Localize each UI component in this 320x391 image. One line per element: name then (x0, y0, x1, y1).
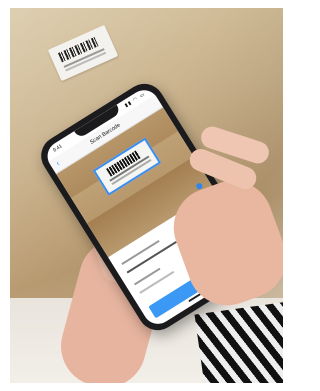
photo: 9:41 ▮▮ ◠ ▭ ‹ Scan Barcode (10, 8, 283, 383)
striped-sleeve (194, 302, 283, 383)
result-line (139, 270, 175, 294)
